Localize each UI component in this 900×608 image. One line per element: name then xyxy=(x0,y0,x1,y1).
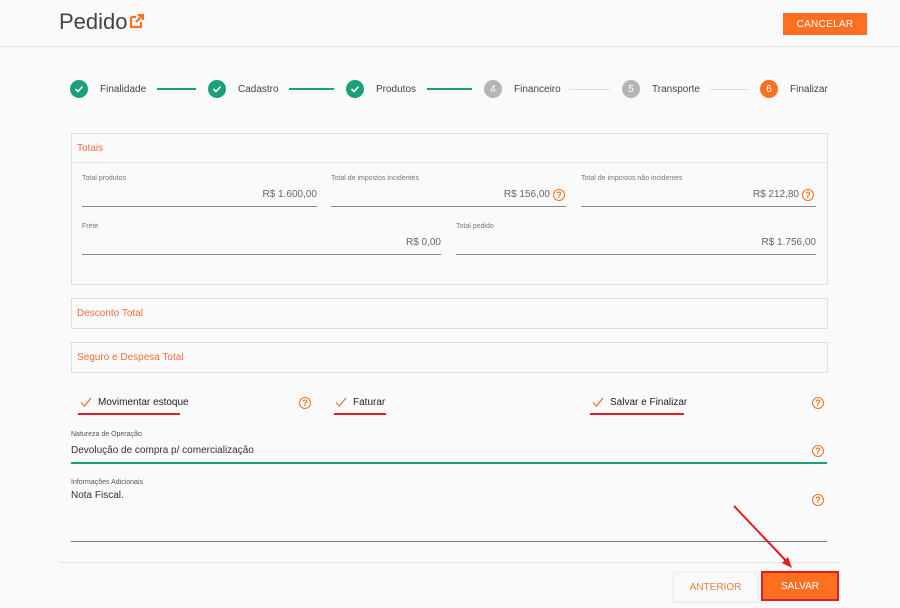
step-finalidade[interactable]: Finalidade xyxy=(70,78,146,100)
check-icon xyxy=(70,80,88,98)
divider xyxy=(72,162,827,163)
step-label: Cadastro xyxy=(238,83,279,95)
informacoes-adicionais-textarea[interactable]: Nota Fiscal. xyxy=(71,490,124,501)
cancel-button[interactable]: CANCELAR xyxy=(783,13,867,35)
help-icon[interactable]: ? xyxy=(812,445,824,457)
step-number: 5 xyxy=(622,80,640,98)
informacoes-label: Informações Adicionais xyxy=(71,479,143,486)
highlight-underline xyxy=(78,413,180,415)
help-icon[interactable]: ? xyxy=(553,189,565,201)
frete-input[interactable]: R$ 0,00 xyxy=(82,237,441,248)
checkmark-icon xyxy=(80,397,92,407)
field-underline xyxy=(456,254,816,255)
help-icon[interactable]: ? xyxy=(812,494,824,506)
total-produtos-value: R$ 1.600,00 xyxy=(262,189,318,200)
field-underline xyxy=(82,254,441,255)
step-label: Finalidade xyxy=(100,83,147,95)
checkbox-label: Movimentar estoque xyxy=(98,396,189,408)
impostos-nao-incidentes-value: R$ 212,80 xyxy=(752,189,799,200)
total-produtos-label: Total produtos xyxy=(82,175,126,182)
natureza-operacao-select[interactable]: Devolução de compra p/ comercialização xyxy=(71,445,254,456)
field-underline xyxy=(71,541,827,542)
field-underline-focused xyxy=(71,462,827,464)
seguro-title[interactable]: Seguro e Despesa Total xyxy=(77,352,184,363)
desconto-panel[interactable]: Desconto Total xyxy=(71,298,828,329)
check-icon xyxy=(346,80,364,98)
field-underline xyxy=(331,206,566,207)
step-finalizar[interactable]: 6 Finalizar xyxy=(760,78,828,100)
step-cadastro[interactable]: Cadastro xyxy=(208,78,279,100)
faturar-checkbox[interactable]: Faturar xyxy=(335,396,385,408)
impostos-incidentes-value: R$ 156,00 xyxy=(503,189,550,200)
checkbox-label: Faturar xyxy=(353,396,386,408)
total-pedido-value: R$ 1.756,00 xyxy=(761,237,817,248)
checkmark-icon xyxy=(592,397,604,407)
step-number: 4 xyxy=(484,80,502,98)
page-header: Pedido CANCELAR xyxy=(0,0,900,47)
step-connector xyxy=(427,88,472,90)
checkbox-label: Salvar e Finalizar xyxy=(610,396,688,408)
movimentar-estoque-checkbox[interactable]: Movimentar estoque xyxy=(80,396,189,408)
field-underline xyxy=(581,206,816,207)
desconto-title[interactable]: Desconto Total xyxy=(77,308,143,319)
step-connector xyxy=(710,89,748,90)
field-underline xyxy=(82,206,317,207)
help-icon[interactable]: ? xyxy=(812,397,824,409)
frete-label: Frete xyxy=(82,223,99,230)
help-icon[interactable]: ? xyxy=(802,189,814,201)
impostos-nao-incidentes-label: Total de impostos não incidentes xyxy=(581,175,683,182)
highlight-underline xyxy=(590,413,684,415)
impostos-incidentes-label: Total de impostos incidentes xyxy=(331,175,419,182)
step-financeiro[interactable]: 4 Financeiro xyxy=(484,78,561,100)
natureza-label: Natureza de Operação xyxy=(71,431,142,438)
step-transporte[interactable]: 5 Transporte xyxy=(622,78,700,100)
totais-panel: Totais Total produtos R$ 1.600,00 Total … xyxy=(71,133,828,285)
step-label: Finalizar xyxy=(790,83,828,95)
step-label: Financeiro xyxy=(514,83,561,95)
highlight-underline xyxy=(334,413,386,415)
total-pedido-label: Total pedido xyxy=(456,223,494,230)
step-number: 6 xyxy=(760,80,778,98)
checkmark-icon xyxy=(335,397,347,407)
totais-title[interactable]: Totais xyxy=(77,143,103,154)
page-title: Pedido xyxy=(59,9,128,34)
edit-external-icon[interactable] xyxy=(129,13,145,29)
stepper: Finalidade Cadastro Produtos 4 Financeir… xyxy=(70,78,830,100)
divider xyxy=(59,562,841,563)
step-connector xyxy=(569,89,610,90)
step-label: Produtos xyxy=(376,83,417,95)
help-icon[interactable]: ? xyxy=(299,397,311,409)
salvar-button[interactable]: SALVAR xyxy=(761,571,839,601)
anterior-button[interactable]: ANTERIOR xyxy=(673,572,758,602)
check-icon xyxy=(208,80,226,98)
salvar-finalizar-checkbox[interactable]: Salvar e Finalizar xyxy=(592,396,687,408)
step-connector xyxy=(289,88,334,90)
step-produtos[interactable]: Produtos xyxy=(346,78,416,100)
step-label: Transporte xyxy=(652,83,700,95)
arrow-annotation-icon xyxy=(733,505,792,568)
seguro-panel[interactable]: Seguro e Despesa Total xyxy=(71,342,828,373)
step-connector xyxy=(157,88,196,90)
